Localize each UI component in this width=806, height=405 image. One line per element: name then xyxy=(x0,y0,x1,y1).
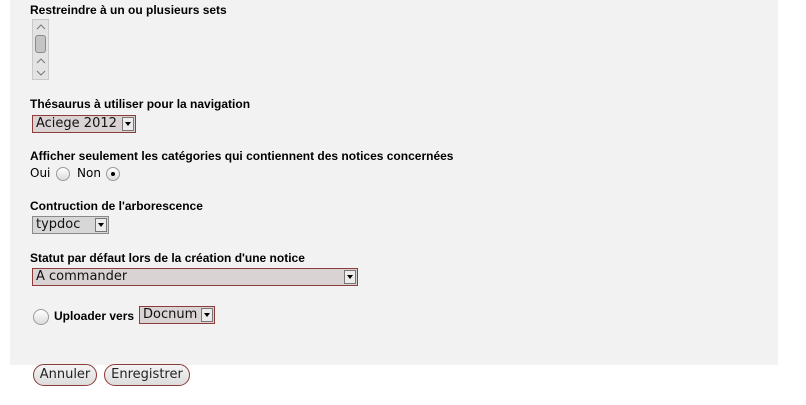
tree-label: Contruction de l'arborescence xyxy=(30,199,203,213)
upload-radio[interactable] xyxy=(33,309,49,325)
tree-select-value: typdoc xyxy=(36,217,81,232)
scroll-up-icon[interactable] xyxy=(36,23,46,31)
upload-label: Uploader vers xyxy=(54,309,135,323)
tree-select[interactable]: typdoc xyxy=(32,216,109,234)
scroll-up-icon[interactable] xyxy=(36,57,46,65)
status-select-value: A commander xyxy=(36,269,128,284)
save-button[interactable]: Enregistrer xyxy=(104,364,190,386)
upload-select[interactable]: Docnum xyxy=(139,306,215,324)
sets-label: Restreindre à un ou plusieurs sets xyxy=(30,3,227,17)
radio-oui-label: Oui xyxy=(30,166,51,180)
sets-listbox[interactable] xyxy=(32,19,49,80)
chevron-down-icon[interactable] xyxy=(122,117,134,131)
status-label: Statut par défaut lors de la création d'… xyxy=(30,251,305,265)
status-select[interactable]: A commander xyxy=(32,268,358,286)
chevron-down-icon[interactable] xyxy=(95,218,107,232)
radio-oui[interactable] xyxy=(56,167,70,181)
cancel-button[interactable]: Annuler xyxy=(33,364,97,386)
chevron-down-icon[interactable] xyxy=(201,308,213,322)
scroll-down-icon[interactable] xyxy=(36,69,46,77)
upload-select-value: Docnum xyxy=(143,307,198,322)
thesaurus-select[interactable]: Aciege 2012 xyxy=(32,115,136,133)
chevron-down-icon[interactable] xyxy=(344,270,356,284)
thesaurus-label: Thésaurus à utiliser pour la navigation xyxy=(30,97,251,111)
scrollbar-thumb[interactable] xyxy=(35,35,46,53)
radio-non[interactable] xyxy=(106,167,120,181)
thesaurus-select-value: Aciege 2012 xyxy=(36,116,117,131)
categories-label: Afficher seulement les catégories qui co… xyxy=(30,149,454,163)
radio-non-label: Non xyxy=(77,166,101,180)
